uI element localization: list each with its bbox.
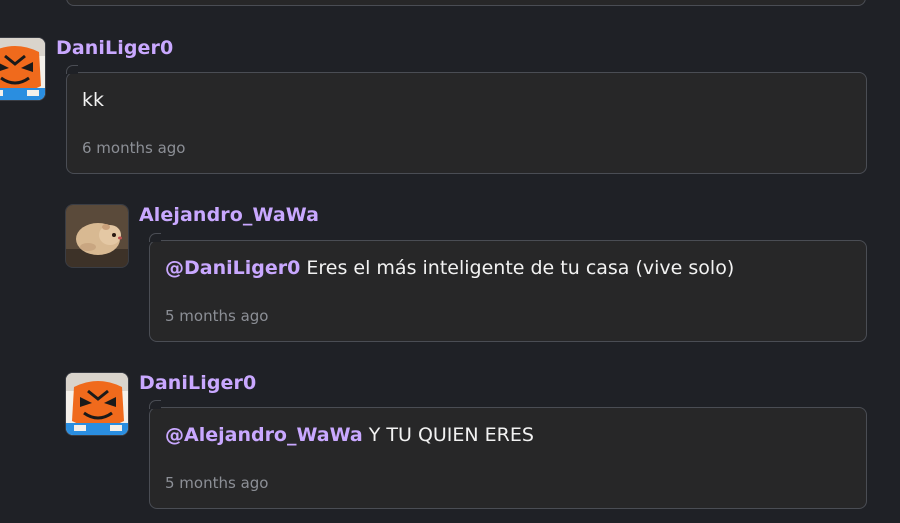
tiger-mask-avatar-icon xyxy=(0,38,45,100)
comment-text: @Alejandro_WaWa Y TU QUIEN ERES xyxy=(165,424,534,446)
comment-timestamp[interactable]: 5 months ago xyxy=(165,474,268,492)
comment-author[interactable]: DaniLiger0 xyxy=(56,37,173,59)
comment-body: Y TU QUIEN ERES xyxy=(362,424,534,446)
tiger-mask-avatar-icon xyxy=(66,373,128,435)
comment-author[interactable]: Alejandro_WaWa xyxy=(139,204,319,226)
comment-body: kk xyxy=(82,89,105,111)
comment-bubble: @Alejandro_WaWa Y TU QUIEN ERES 5 months… xyxy=(149,400,867,509)
comment-text: @DaniLiger0 Eres el más inteligente de t… xyxy=(165,257,734,279)
avatar[interactable] xyxy=(0,37,46,101)
comment-timestamp[interactable]: 6 months ago xyxy=(82,139,185,157)
comment-bubble: @DaniLiger0 Eres el más inteligente de t… xyxy=(149,233,867,342)
bubble-tail xyxy=(149,233,161,242)
comment-author[interactable]: DaniLiger0 xyxy=(139,372,256,394)
avatar[interactable] xyxy=(65,204,129,268)
hamster-photo-avatar-icon xyxy=(66,205,128,267)
comment-mention[interactable]: @Alejandro_WaWa xyxy=(165,424,363,446)
comment-bubble: kk 6 months ago xyxy=(66,65,867,174)
comment-timestamp[interactable]: 5 months ago xyxy=(165,307,268,325)
comment-mention[interactable]: @DaniLiger0 xyxy=(165,257,300,279)
avatar[interactable] xyxy=(65,372,129,436)
comment-body: Eres el más inteligente de tu casa (vive… xyxy=(300,257,735,279)
comment-text: kk xyxy=(82,89,104,111)
bubble-tail xyxy=(66,65,78,74)
bubble-tail xyxy=(149,400,161,409)
previous-comment-bubble xyxy=(66,0,866,6)
comment-thread: DaniLiger0 kk 6 months ago Alejandro_WaW… xyxy=(0,0,900,523)
